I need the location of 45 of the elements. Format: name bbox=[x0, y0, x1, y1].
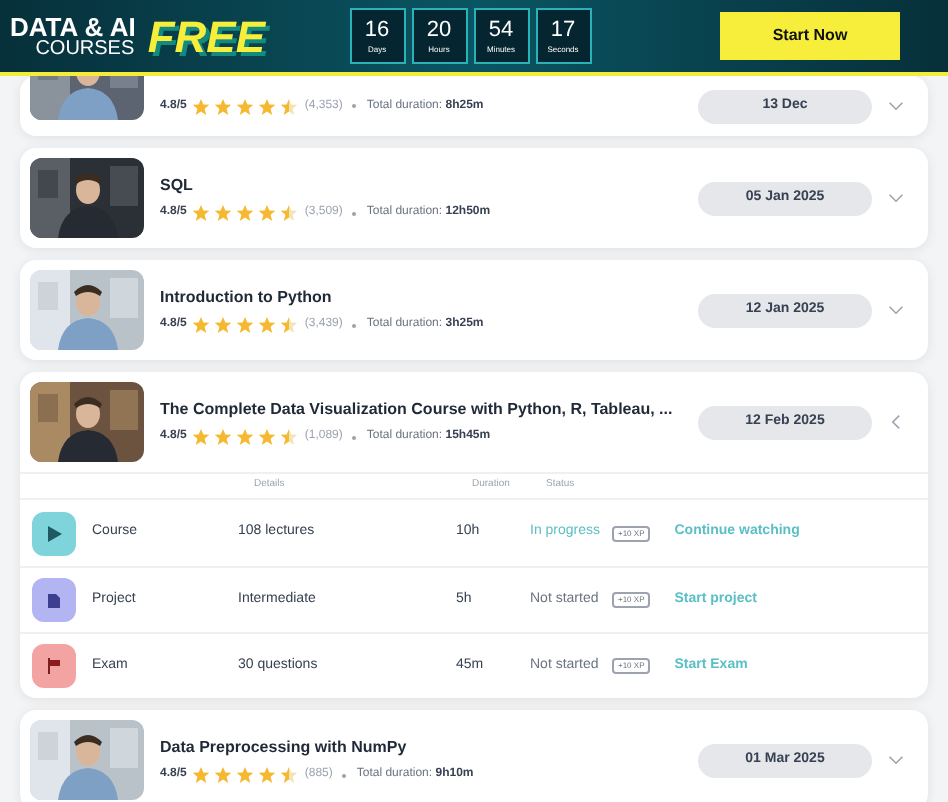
banner-headline: COURSES bbox=[35, 39, 135, 59]
play-icon bbox=[32, 511, 76, 555]
star-icon bbox=[236, 766, 255, 784]
star-icon bbox=[258, 97, 277, 115]
star-icon bbox=[214, 97, 233, 115]
star-icon bbox=[280, 316, 299, 334]
star-icon bbox=[236, 428, 255, 446]
star-icon bbox=[280, 766, 299, 784]
chevron-icon[interactable] bbox=[888, 752, 904, 768]
course-title[interactable]: SQL bbox=[160, 174, 682, 198]
countdown-value: 54 bbox=[488, 19, 514, 41]
star-icon bbox=[192, 766, 211, 784]
banner-highlight: FREE bbox=[147, 9, 266, 65]
star-icon bbox=[192, 204, 211, 222]
document-icon bbox=[32, 578, 76, 622]
start-now-button[interactable]: Start Now bbox=[720, 12, 900, 60]
star-icon bbox=[236, 316, 255, 334]
star-icon bbox=[214, 766, 233, 784]
course-title[interactable]: Data Preprocessing with NumPy bbox=[160, 736, 682, 760]
flag-icon bbox=[32, 644, 76, 688]
star-icon bbox=[192, 428, 211, 446]
course-title[interactable]: The Complete Data Visualization Course with Python, R, Tableau, ... bbox=[160, 398, 682, 422]
star-icon bbox=[258, 428, 277, 446]
star-icon bbox=[280, 204, 299, 222]
star-icon bbox=[192, 97, 211, 115]
star-icon bbox=[236, 97, 255, 115]
star-icon bbox=[280, 428, 299, 446]
star-icon bbox=[214, 204, 233, 222]
star-icon bbox=[214, 428, 233, 446]
chevron-icon[interactable] bbox=[888, 414, 904, 430]
star-icon bbox=[258, 316, 277, 334]
star-icon bbox=[236, 204, 255, 222]
chevron-icon[interactable] bbox=[888, 302, 904, 318]
star-icon bbox=[258, 766, 277, 784]
countdown-value: 20 bbox=[426, 19, 452, 41]
countdown-value: 16 bbox=[364, 19, 390, 41]
chevron-icon[interactable] bbox=[888, 190, 904, 206]
banner-headline: DATA & AI bbox=[10, 13, 136, 39]
star-icon bbox=[280, 97, 299, 115]
countdown-value: 17 bbox=[550, 19, 576, 41]
chevron-icon[interactable] bbox=[888, 98, 904, 114]
course-title[interactable]: Introduction to Python bbox=[160, 286, 682, 310]
star-icon bbox=[192, 316, 211, 334]
star-icon bbox=[258, 204, 277, 222]
star-icon bbox=[214, 316, 233, 334]
